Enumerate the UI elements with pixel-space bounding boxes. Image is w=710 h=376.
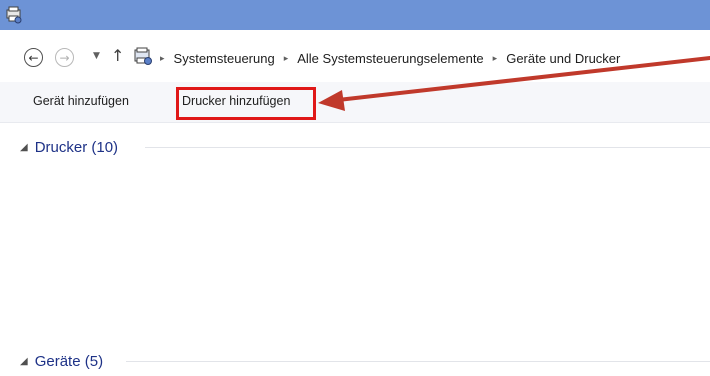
group-divider (145, 147, 710, 148)
collapse-triangle-icon[interactable]: ◢ (20, 356, 28, 367)
group-divider (126, 361, 710, 362)
group-header-printers[interactable]: ◢ Drucker (10) (20, 136, 118, 158)
collapse-triangle-icon[interactable]: ◢ (20, 142, 28, 153)
group-header-devices[interactable]: ◢ Geräte (5) (20, 350, 103, 372)
group-label-devices: Geräte (5) (34, 352, 104, 370)
annotation-arrow (318, 56, 710, 111)
group-label-printers: Drucker (10) (34, 138, 119, 156)
